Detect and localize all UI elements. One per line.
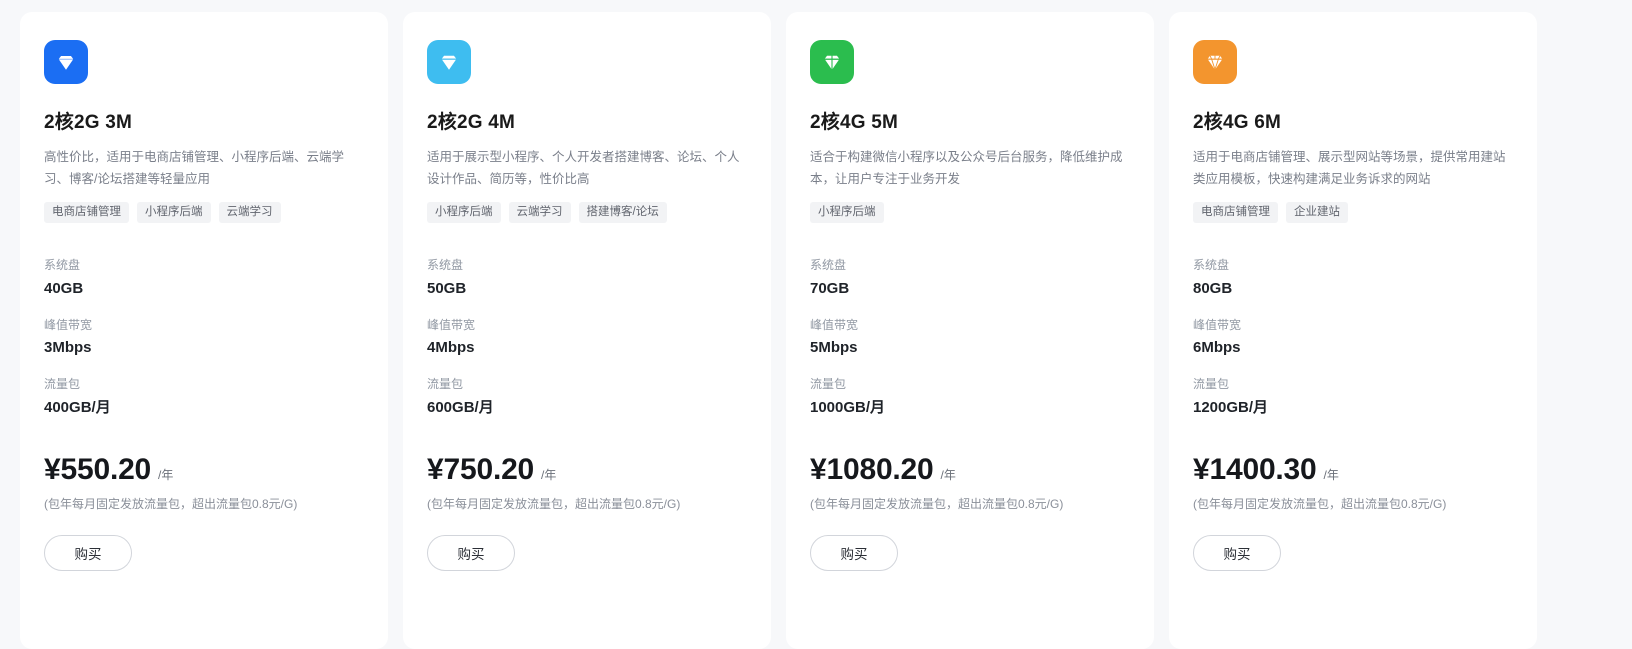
spec-traffic-label: 流量包 (44, 376, 364, 393)
plan-title: 2核4G 5M (810, 112, 1130, 135)
price-amount: ¥1400.30 (1193, 455, 1317, 485)
spec-disk-label: 系统盘 (427, 257, 747, 274)
spec-traffic-label: 流量包 (810, 376, 1130, 393)
price-note: (包年每月固定发放流量包，超出流量包0.8元/G) (810, 495, 1130, 513)
spec-traffic-value: 600GB/月 (427, 398, 747, 418)
spec-disk-label: 系统盘 (44, 257, 364, 274)
plan-tag: 电商店铺管理 (44, 202, 129, 224)
spec-bandwidth-label: 峰值带宽 (44, 317, 364, 334)
plan-price: ¥1080.20/年 (810, 455, 1130, 485)
spec-disk: 系统盘 50GB (427, 257, 747, 298)
price-amount: ¥550.20 (44, 455, 151, 485)
spec-bandwidth-value: 5Mbps (810, 338, 1130, 358)
spec-disk: 系统盘 40GB (44, 257, 364, 298)
price-unit: /年 (158, 466, 173, 483)
plan-tag: 小程序后端 (810, 202, 884, 224)
buy-button[interactable]: 购买 (810, 535, 898, 571)
plan-tag-list: 电商店铺管理小程序后端云端学习 (44, 202, 364, 224)
plan-price: ¥550.20/年 (44, 455, 364, 485)
plan-title: 2核2G 4M (427, 112, 747, 135)
spec-bandwidth-label: 峰值带宽 (427, 317, 747, 334)
spec-bandwidth: 峰值带宽 3Mbps (44, 317, 364, 358)
price-unit: /年 (1324, 466, 1339, 483)
spec-traffic-label: 流量包 (427, 376, 747, 393)
diamond-glyph (821, 51, 843, 73)
plan-card[interactable]: 2核2G 4M 适用于展示型小程序、个人开发者搭建博客、论坛、个人设计作品、简历等… (403, 12, 771, 649)
price-unit: /年 (541, 466, 556, 483)
plan-tag: 电商店铺管理 (1193, 202, 1278, 224)
spec-disk-value: 40GB (44, 279, 364, 299)
plan-title: 2核4G 6M (1193, 112, 1513, 135)
diamond-glyph (55, 51, 77, 73)
plan-tag: 小程序后端 (427, 202, 501, 224)
diamond-glyph (1204, 51, 1226, 73)
plan-card-list: 2核2G 3M 高性价比，适用于电商店铺管理、小程序后端、云端学习、博客/论坛搭建… (0, 0, 1632, 637)
diamond-icon (810, 40, 854, 84)
plan-description: 适合于构建微信小程序以及公众号后台服务，降低维护成本，让用户专注于业务开发 (810, 147, 1130, 191)
plan-tag: 小程序后端 (137, 202, 211, 224)
plan-price: ¥1400.30/年 (1193, 455, 1513, 485)
spec-disk-value: 70GB (810, 279, 1130, 299)
spec-traffic-value: 1200GB/月 (1193, 398, 1513, 418)
plan-price: ¥750.20/年 (427, 455, 747, 485)
price-unit: /年 (941, 466, 956, 483)
spec-bandwidth-value: 3Mbps (44, 338, 364, 358)
price-note: (包年每月固定发放流量包，超出流量包0.8元/G) (1193, 495, 1513, 513)
spec-bandwidth: 峰值带宽 6Mbps (1193, 317, 1513, 358)
spec-traffic-value: 400GB/月 (44, 398, 364, 418)
spec-bandwidth-label: 峰值带宽 (1193, 317, 1513, 334)
spec-disk-label: 系统盘 (810, 257, 1130, 274)
spec-traffic-value: 1000GB/月 (810, 398, 1130, 418)
price-amount: ¥1080.20 (810, 455, 934, 485)
spec-disk: 系统盘 80GB (1193, 257, 1513, 298)
spec-traffic: 流量包 600GB/月 (427, 376, 747, 417)
plan-tag: 企业建站 (1286, 202, 1348, 224)
buy-button[interactable]: 购买 (1193, 535, 1281, 571)
plan-tag: 搭建博客/论坛 (579, 202, 667, 224)
diamond-icon (427, 40, 471, 84)
plan-tag-list: 小程序后端 (810, 202, 1130, 224)
spec-bandwidth-value: 4Mbps (427, 338, 747, 358)
spec-disk-value: 50GB (427, 279, 747, 299)
price-note: (包年每月固定发放流量包，超出流量包0.8元/G) (44, 495, 364, 513)
plan-title: 2核2G 3M (44, 112, 364, 135)
spec-disk-label: 系统盘 (1193, 257, 1513, 274)
diamond-glyph (438, 51, 460, 73)
plan-description: 高性价比，适用于电商店铺管理、小程序后端、云端学习、博客/论坛搭建等轻量应用 (44, 147, 364, 191)
plan-description: 适用于展示型小程序、个人开发者搭建博客、论坛、个人设计作品、简历等，性价比高 (427, 147, 747, 191)
diamond-icon (1193, 40, 1237, 84)
spec-traffic-label: 流量包 (1193, 376, 1513, 393)
price-amount: ¥750.20 (427, 455, 534, 485)
plan-tag-list: 小程序后端云端学习搭建博客/论坛 (427, 202, 747, 224)
plan-card[interactable]: 2核4G 5M 适合于构建微信小程序以及公众号后台服务，降低维护成本，让用户专注于… (786, 12, 1154, 649)
diamond-icon (44, 40, 88, 84)
spec-traffic: 流量包 400GB/月 (44, 376, 364, 417)
spec-traffic: 流量包 1200GB/月 (1193, 376, 1513, 417)
plan-tag-list: 电商店铺管理企业建站 (1193, 202, 1513, 224)
spec-disk: 系统盘 70GB (810, 257, 1130, 298)
plan-tag: 云端学习 (219, 202, 281, 224)
price-note: (包年每月固定发放流量包，超出流量包0.8元/G) (427, 495, 747, 513)
spec-bandwidth: 峰值带宽 4Mbps (427, 317, 747, 358)
spec-bandwidth-label: 峰值带宽 (810, 317, 1130, 334)
spec-traffic: 流量包 1000GB/月 (810, 376, 1130, 417)
buy-button[interactable]: 购买 (427, 535, 515, 571)
plan-tag: 云端学习 (509, 202, 571, 224)
spec-disk-value: 80GB (1193, 279, 1513, 299)
plan-card[interactable]: 2核2G 3M 高性价比，适用于电商店铺管理、小程序后端、云端学习、博客/论坛搭建… (20, 12, 388, 649)
spec-bandwidth: 峰值带宽 5Mbps (810, 317, 1130, 358)
plan-card[interactable]: 2核4G 6M 适用于电商店铺管理、展示型网站等场景，提供常用建站类应用模板，快速… (1169, 12, 1537, 649)
plan-description: 适用于电商店铺管理、展示型网站等场景，提供常用建站类应用模板，快速构建满足业务诉… (1193, 147, 1513, 191)
spec-bandwidth-value: 6Mbps (1193, 338, 1513, 358)
buy-button[interactable]: 购买 (44, 535, 132, 571)
